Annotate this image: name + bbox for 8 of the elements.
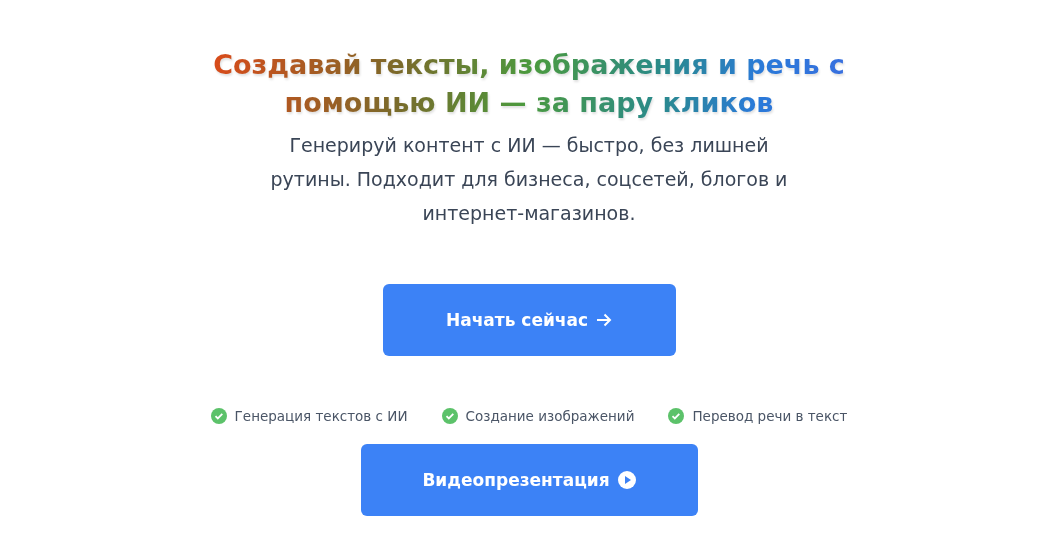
start-button[interactable]: Начать сейчас [382,284,676,356]
feature-label: Генерация текстов с ИИ [234,408,408,424]
play-icon [617,471,636,489]
feature-label: Создание изображений [465,408,635,424]
hero-subtitle: Генерируй контент с ИИ — быстро, без лишней рутины. Подходит для бизнеса, соцсетей, блогов и интернет-магазинов. [269,133,789,226]
feature-label: Перевод речи в текст [692,408,848,424]
video-button[interactable]: Видеопрезентация [360,444,698,516]
arrow-right-icon [596,313,613,327]
